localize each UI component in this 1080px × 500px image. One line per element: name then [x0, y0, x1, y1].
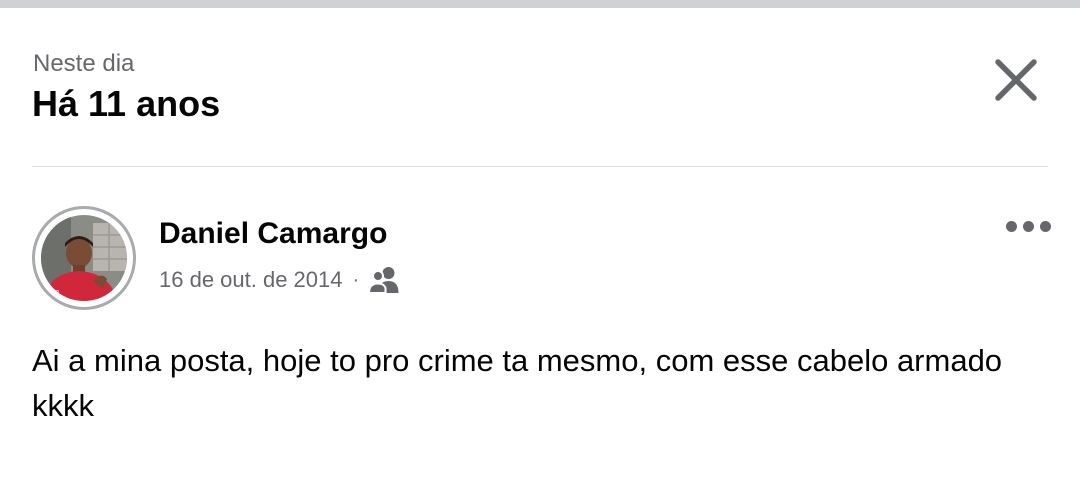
profile-photo: P: [41, 215, 127, 301]
author-name[interactable]: Daniel Camargo: [159, 216, 387, 252]
avatar[interactable]: P: [32, 206, 136, 310]
post-date[interactable]: 16 de out. de 2014: [159, 267, 343, 293]
close-icon: [995, 59, 1037, 101]
svg-text:P: P: [55, 289, 59, 297]
close-button[interactable]: [988, 52, 1044, 108]
friends-icon[interactable]: [369, 266, 401, 294]
header-divider: [32, 166, 1048, 167]
post-meta: 16 de out. de 2014 ·: [159, 264, 401, 296]
more-options-icon-dot: [1039, 220, 1051, 232]
post-text: Ai a mina posta, hoje to pro crime ta me…: [32, 343, 1003, 423]
more-options-icon-dot: [1005, 220, 1017, 232]
page-title: Há 11 anos: [32, 83, 221, 124]
more-options-icon-dot: [1022, 220, 1034, 232]
top-strip: [0, 0, 1080, 8]
more-options-button[interactable]: [998, 208, 1058, 244]
section-label: Neste dia: [33, 50, 135, 77]
meta-separator: ·: [352, 268, 360, 291]
memories-page: Neste dia Há 11 anos P Daniel Camargo 16…: [0, 0, 1080, 500]
